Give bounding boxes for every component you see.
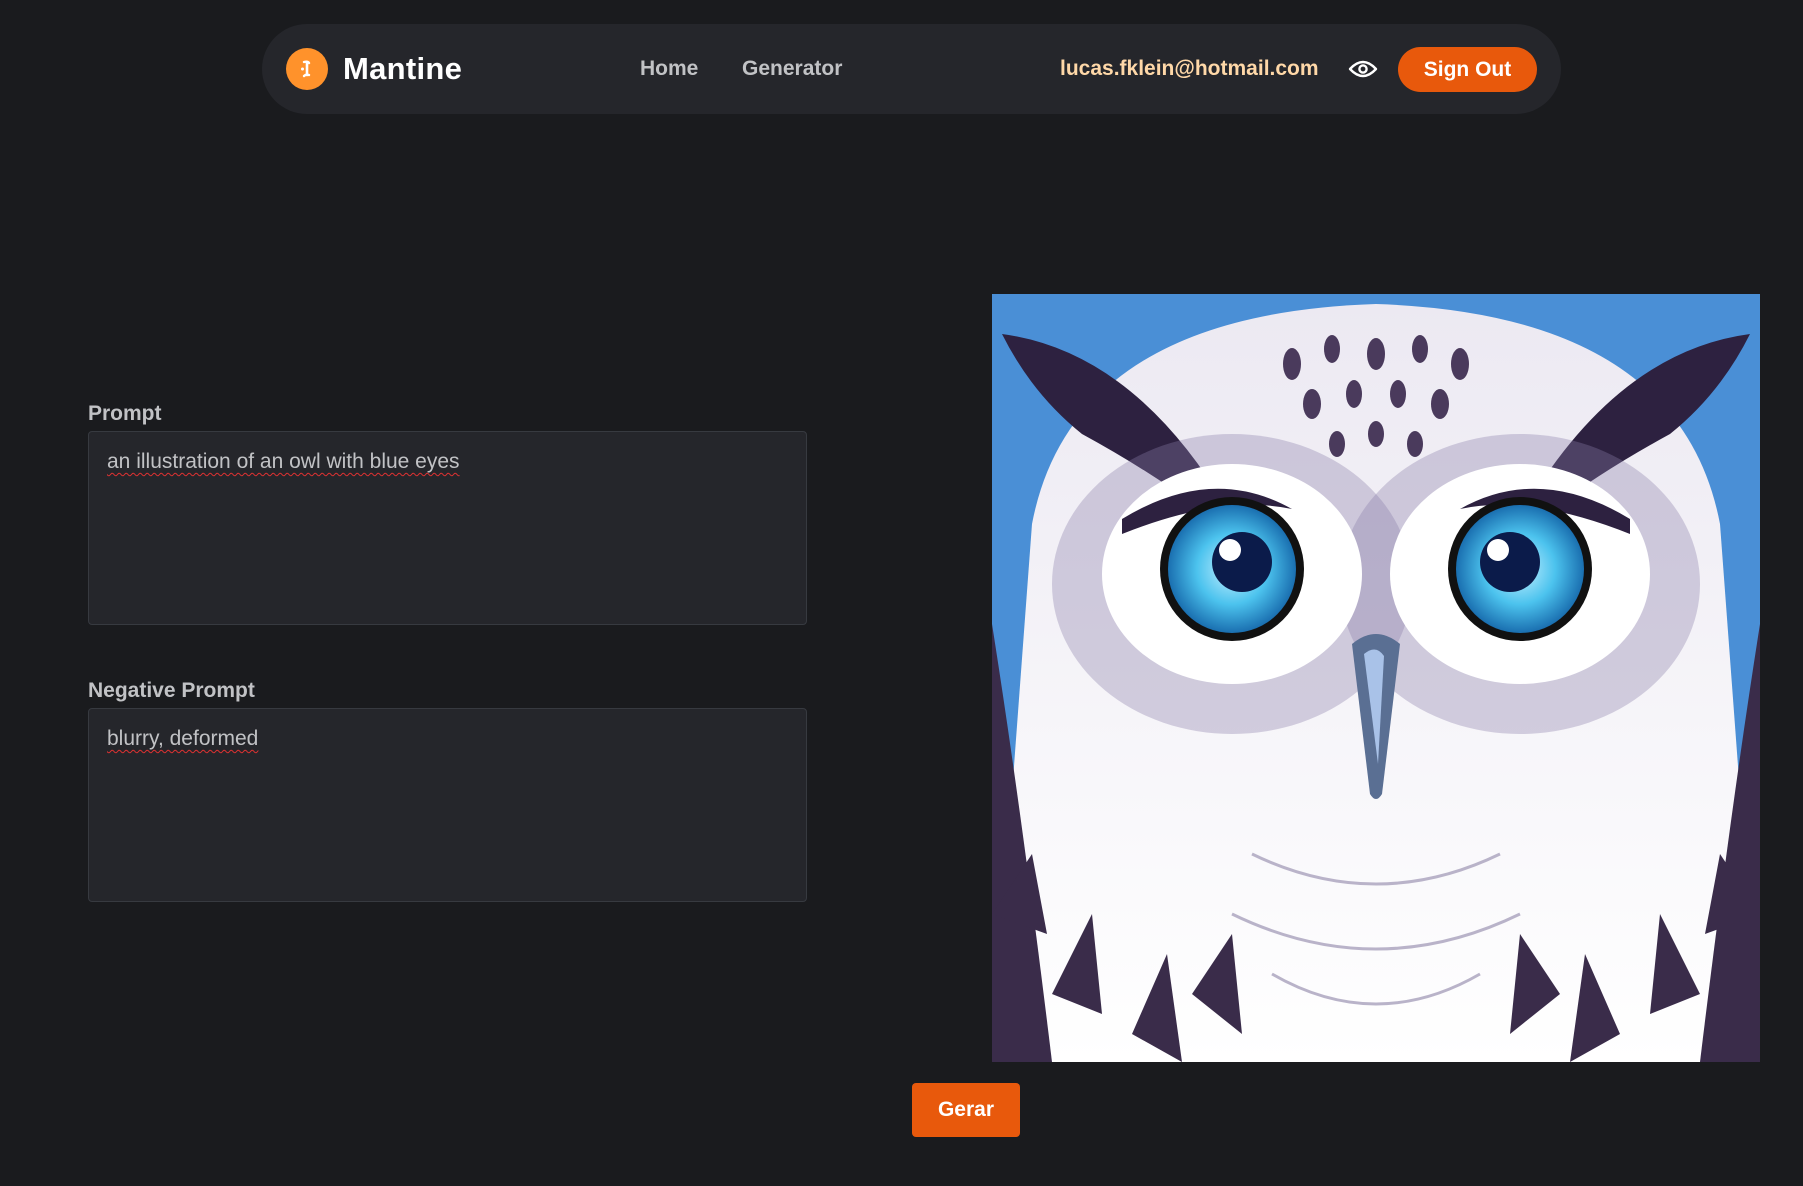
theme-toggle-button[interactable] (1346, 54, 1380, 84)
owl-illustration (992, 294, 1760, 1062)
brand-name[interactable]: Mantine (343, 50, 462, 88)
sign-out-button[interactable]: Sign Out (1398, 47, 1537, 92)
generate-button[interactable]: Gerar (912, 1083, 1020, 1137)
top-navbar: Mantine Home Generator lucas.fklein@hotm… (262, 24, 1561, 114)
negative-prompt-textarea[interactable]: blurry, deformed (88, 708, 807, 902)
prompt-textarea[interactable]: an illustration of an owl with blue eyes (88, 431, 807, 625)
generated-image (992, 294, 1760, 1062)
eye-icon (1348, 60, 1378, 78)
negative-prompt-text: blurry, deformed (107, 727, 259, 750)
nav-generator-link[interactable]: Generator (742, 57, 842, 81)
prompt-text: an illustration of an owl with blue eyes (107, 450, 460, 473)
negative-prompt-label: Negative Prompt (88, 679, 255, 702)
user-email: lucas.fklein@hotmail.com (1060, 57, 1319, 80)
prompt-label: Prompt (88, 402, 162, 425)
mantine-logo-icon[interactable] (286, 48, 328, 90)
nav-home-link[interactable]: Home (640, 57, 698, 81)
